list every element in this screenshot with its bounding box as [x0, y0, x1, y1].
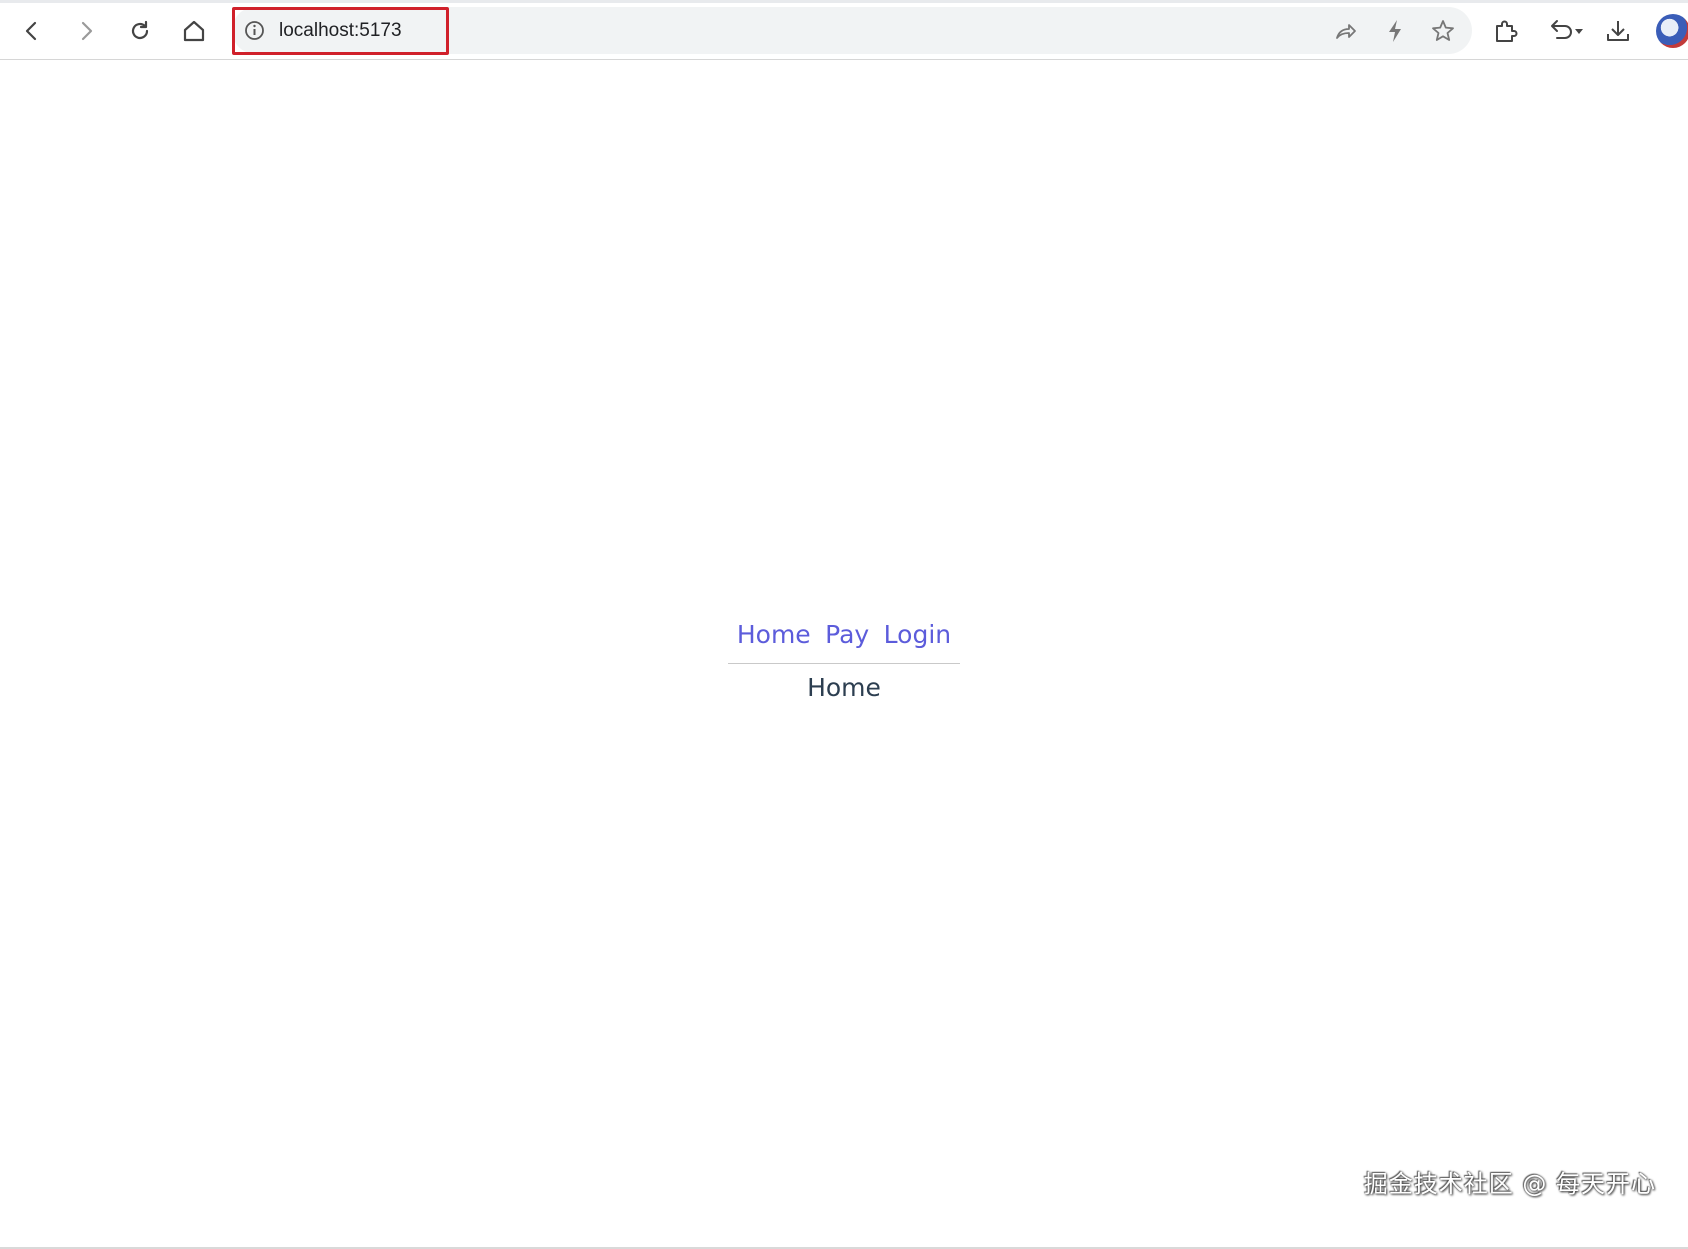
- undo-icon: [1551, 20, 1583, 39]
- router-view-content: Home: [807, 673, 881, 702]
- download-icon: [1607, 21, 1629, 41]
- nav-link-login[interactable]: Login: [884, 620, 951, 649]
- lightning-button[interactable]: [1382, 18, 1408, 44]
- reload-button[interactable]: [120, 11, 160, 51]
- back-button[interactable]: [12, 11, 52, 51]
- avatar[interactable]: [1656, 14, 1688, 48]
- undo-menu-button[interactable]: [1545, 16, 1589, 46]
- watermark: 掘金技术社区 @ 每天开心: [1363, 1170, 1656, 1198]
- url-highlight-box: [232, 7, 449, 55]
- nav-link-home[interactable]: Home: [737, 620, 811, 649]
- forward-button[interactable]: [66, 11, 106, 51]
- home-button[interactable]: [174, 11, 214, 51]
- lightning-icon: [1389, 20, 1401, 42]
- puzzle-icon: [1496, 20, 1518, 42]
- download-button[interactable]: [1603, 16, 1633, 46]
- nav-link-pay[interactable]: Pay: [825, 620, 869, 649]
- back-arrow-icon: [25, 21, 37, 41]
- app-nav: Home Pay Login: [728, 620, 960, 664]
- share-button[interactable]: [1333, 18, 1359, 44]
- share-icon: [1336, 24, 1356, 39]
- browser-toolbar: localhost:5173: [0, 0, 1688, 60]
- star-icon: [1432, 20, 1454, 41]
- forward-arrow-icon: [81, 21, 93, 41]
- extensions-button[interactable]: [1491, 16, 1521, 46]
- home-icon: [183, 20, 205, 42]
- bookmark-button[interactable]: [1430, 18, 1456, 44]
- tab-strip-edge: [0, 0, 1688, 3]
- reload-icon: [131, 20, 149, 40]
